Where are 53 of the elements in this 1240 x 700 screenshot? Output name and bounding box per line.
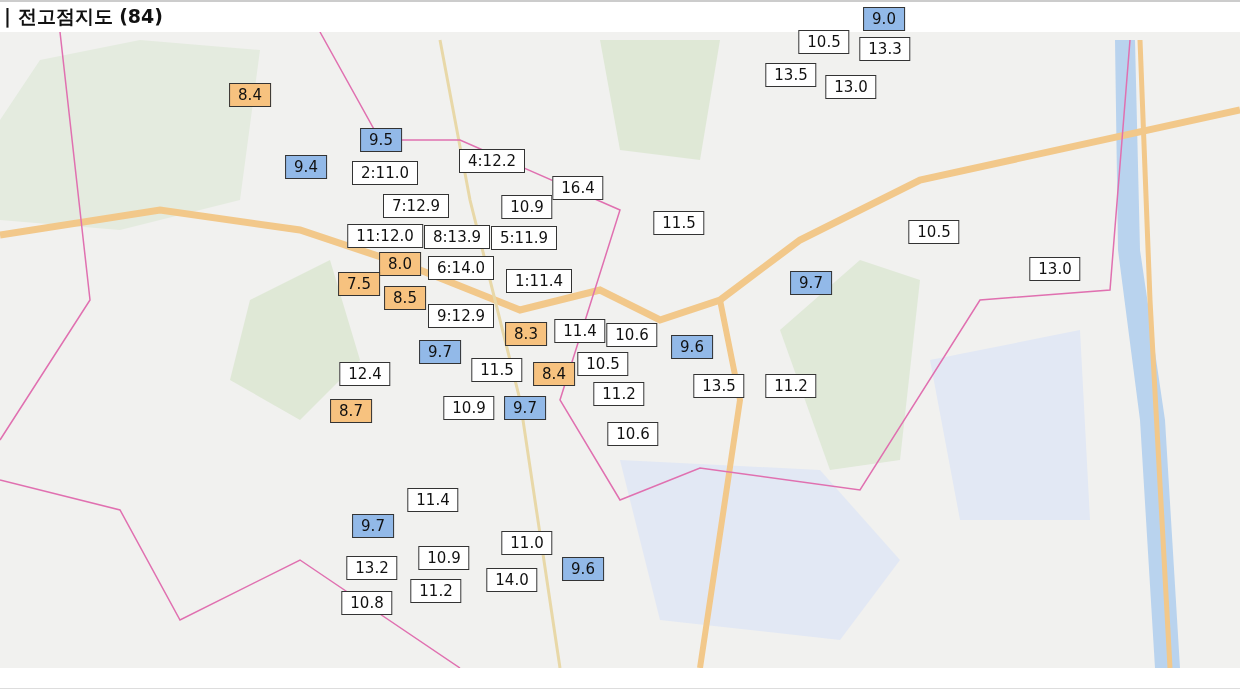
value-marker[interactable]: 9.5	[360, 128, 402, 152]
value-marker[interactable]: 13.3	[859, 37, 911, 61]
value-marker[interactable]: 9.4	[285, 155, 327, 179]
value-marker[interactable]: 9.7	[504, 396, 546, 420]
value-marker[interactable]: 11.4	[554, 319, 606, 343]
value-marker[interactable]: 11.0	[501, 531, 553, 555]
value-marker[interactable]: 13.0	[825, 75, 877, 99]
value-marker[interactable]: 8.4	[533, 362, 575, 386]
value-marker[interactable]: 10.6	[607, 422, 659, 446]
value-marker[interactable]: 13.5	[765, 63, 817, 87]
value-marker[interactable]: 9.6	[562, 557, 604, 581]
value-marker[interactable]: 9.0	[863, 7, 905, 31]
value-marker[interactable]: 10.5	[577, 352, 629, 376]
value-marker[interactable]: 1:11.4	[506, 269, 572, 293]
value-marker[interactable]: 9.7	[790, 271, 832, 295]
value-marker[interactable]: 9:12.9	[428, 304, 494, 328]
value-marker[interactable]: 16.4	[552, 176, 604, 200]
value-marker[interactable]: 5:11.9	[491, 226, 557, 250]
value-marker[interactable]: 10.5	[798, 30, 850, 54]
value-marker[interactable]: 11.2	[765, 374, 817, 398]
value-marker[interactable]: 10.9	[418, 546, 470, 570]
value-marker[interactable]: 10.9	[501, 195, 553, 219]
value-marker[interactable]: 11.5	[471, 358, 523, 382]
value-marker[interactable]: 6:14.0	[428, 256, 494, 280]
map-drawing[interactable]	[0, 32, 1240, 668]
value-marker[interactable]: 11.5	[653, 211, 705, 235]
value-marker[interactable]: 13.0	[1029, 257, 1081, 281]
value-marker[interactable]: 9.7	[352, 514, 394, 538]
value-marker[interactable]: 13.2	[346, 556, 398, 580]
value-marker[interactable]: 13.5	[693, 374, 745, 398]
value-marker[interactable]: 4:12.2	[459, 149, 525, 173]
value-marker[interactable]: 11:12.0	[347, 224, 423, 248]
value-marker[interactable]: 10.8	[341, 591, 393, 615]
value-marker[interactable]: 8.0	[379, 252, 421, 276]
value-marker[interactable]: 7.5	[338, 272, 380, 296]
value-marker[interactable]: 8:13.9	[424, 225, 490, 249]
value-marker[interactable]: 14.0	[486, 568, 538, 592]
value-marker[interactable]: 10.9	[443, 396, 495, 420]
value-marker[interactable]: 7:12.9	[383, 194, 449, 218]
value-marker[interactable]: 10.6	[606, 323, 658, 347]
value-marker[interactable]: 8.3	[505, 322, 547, 346]
value-marker[interactable]: 8.5	[384, 286, 426, 310]
page-title: | 전고점지도 (84)	[4, 4, 163, 30]
value-marker[interactable]: 9.7	[419, 340, 461, 364]
value-marker[interactable]: 12.4	[339, 362, 391, 386]
value-marker[interactable]: 11.4	[407, 488, 459, 512]
value-marker[interactable]: 9.6	[671, 335, 713, 359]
value-marker[interactable]: 10.5	[908, 220, 960, 244]
value-marker[interactable]: 8.4	[229, 83, 271, 107]
value-marker[interactable]: 11.2	[410, 579, 462, 603]
value-marker[interactable]: 2:11.0	[352, 161, 418, 185]
value-marker[interactable]: 8.7	[330, 399, 372, 423]
value-marker[interactable]: 11.2	[593, 382, 645, 406]
